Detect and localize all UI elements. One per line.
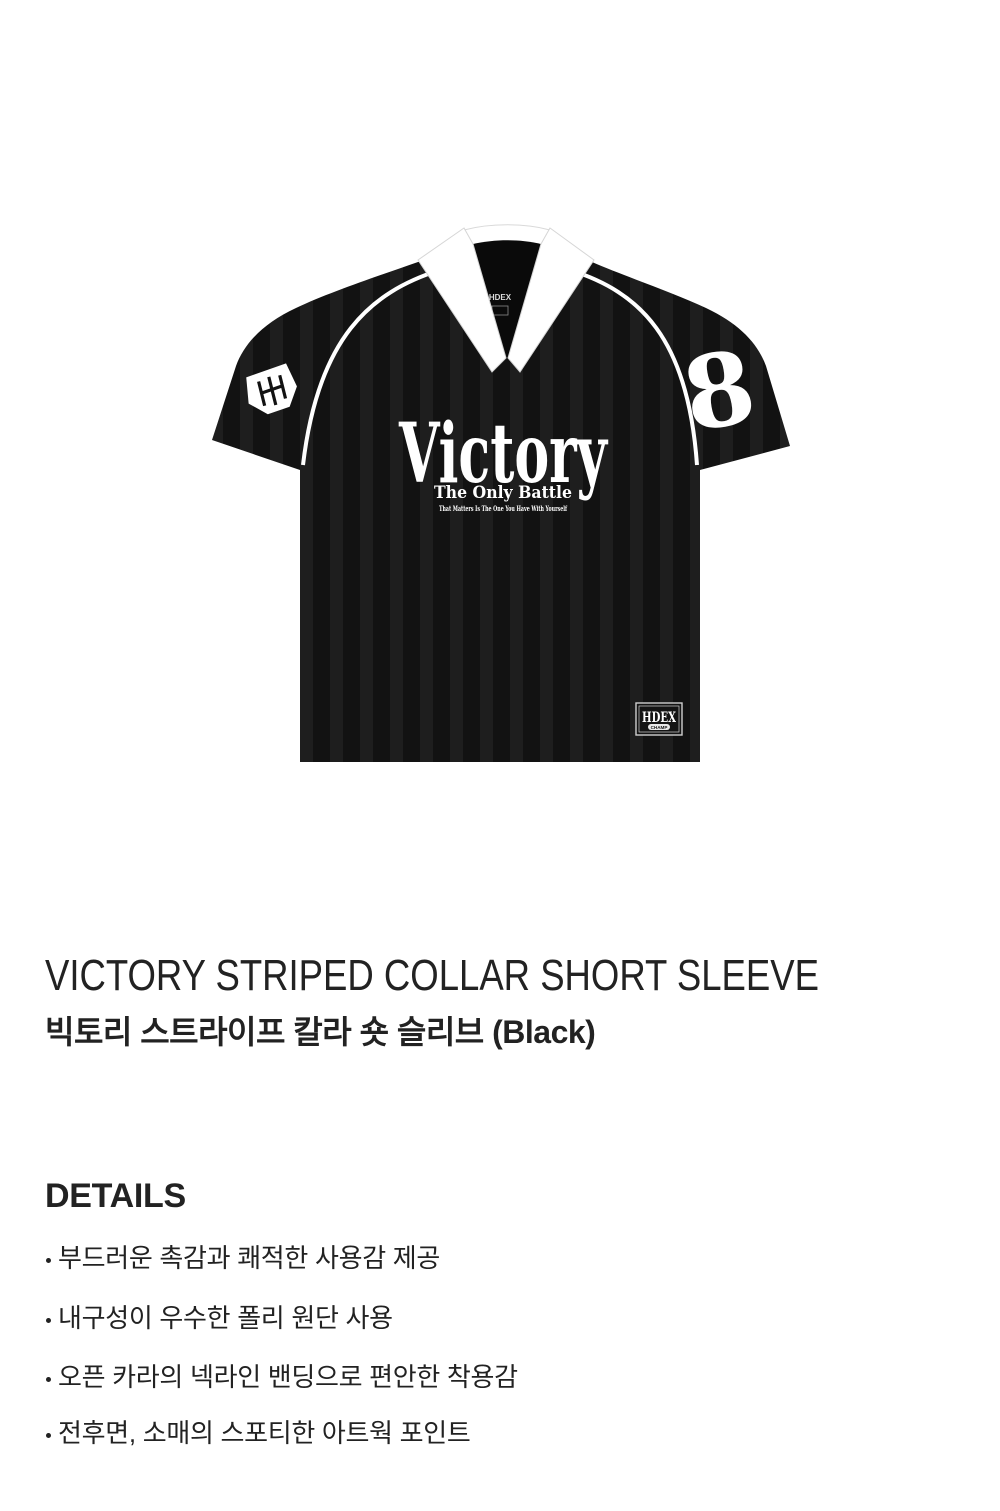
bullet-icon [46, 1433, 51, 1438]
shirt: 8 HDEX Victory The Only Battle That Matt… [212, 224, 790, 762]
print-sub: The Only Battle [434, 483, 572, 503]
chest-print: Victory The Only Battle That Matters Is … [398, 406, 608, 513]
product-photo: 8 HDEX Victory The Only Battle That Matt… [212, 224, 790, 762]
detail-text: 오픈 카라의 넥라인 밴딩으로 편안한 착용감 [58, 1362, 518, 1392]
detail-item: 오픈 카라의 넥라인 밴딩으로 편안한 착용감 [45, 1360, 945, 1394]
patch-sub: CHAMP [651, 725, 668, 730]
detail-text: 내구성이 우수한 폴리 원단 사용 [58, 1303, 393, 1333]
detail-item: 전후면, 소매의 스포티한 아트웍 포인트 [45, 1416, 945, 1450]
detail-text: 전후면, 소매의 스포티한 아트웍 포인트 [58, 1418, 471, 1448]
print-tagline: That Matters Is The One You Have With Yo… [439, 504, 567, 513]
bullet-icon [46, 1377, 51, 1382]
details-heading: DETAILS [45, 1177, 186, 1215]
product-name-en: VICTORY STRIPED COLLAR SHORT SLEEVE [45, 951, 819, 1000]
detail-item: 부드러운 촉감과 쾌적한 사용감 제공 [45, 1241, 945, 1275]
bullet-icon [46, 1318, 51, 1323]
product-name-ko: 빅토리 스트라이프 칼라 숏 슬리브 (Black) [45, 1014, 596, 1050]
patch-brand: HDEX [642, 710, 676, 726]
neck-label: HDEX [489, 293, 512, 302]
detail-text: 부드러운 촉감과 쾌적한 사용감 제공 [58, 1243, 440, 1273]
product-detail-page: 8 HDEX Victory The Only Battle That Matt… [0, 0, 1000, 1511]
hem-patch: HDEX CHAMP [635, 702, 683, 736]
bullet-icon [46, 1258, 51, 1263]
detail-item: 내구성이 우수한 폴리 원단 사용 [45, 1301, 945, 1335]
